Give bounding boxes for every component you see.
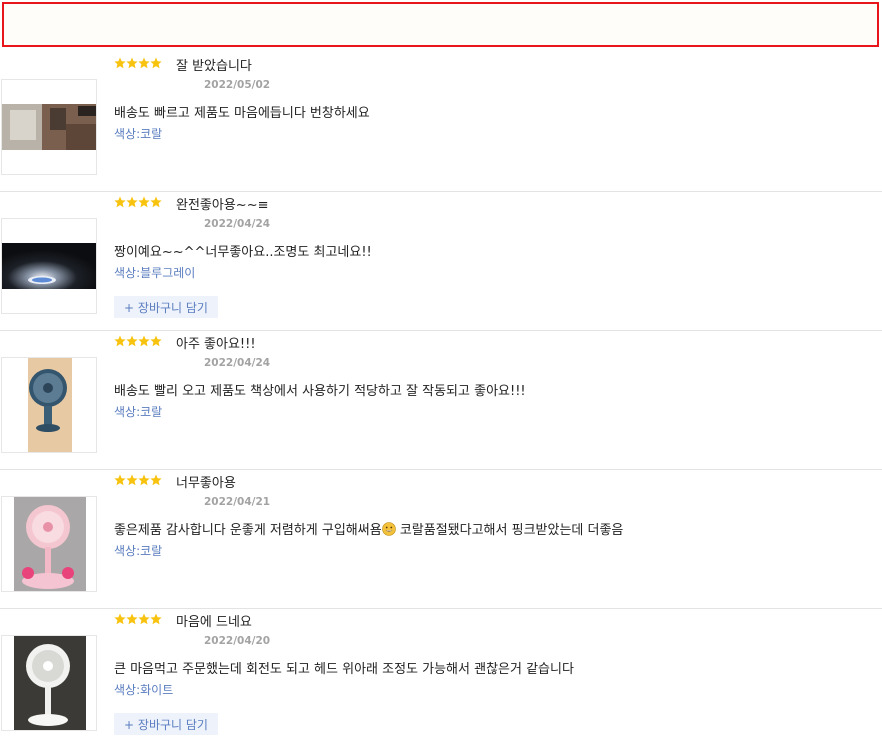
desk-lamp-fan-photo [2,80,96,174]
white-fan-photo [2,636,96,730]
review-date: 2022/04/24 [204,357,271,369]
review-body: 큰 마음먹고 주문했는데 회전도 되고 헤드 위아래 조정도 가능해서 괜찮은거… [114,662,574,677]
star-icon [138,57,150,69]
add-to-cart-button[interactable]: + 장바구니 담기 [114,296,218,318]
fan-light-dark-photo [2,219,96,313]
review-option: 색상:블루그레이 [114,266,196,280]
star-icon [150,196,162,208]
review-body-text: 코랄품절됐다고해서 핑크받았는데 더좋음 [395,523,624,538]
pink-fan-photo [2,497,96,591]
review-body: 좋은제품 감사합니다 운좋게 저렴하게 구입해써욤 코랄품절됐다고해서 핑크받았… [114,519,623,538]
star-icon [114,335,126,347]
star-icon [150,57,162,69]
star-icon [114,474,126,486]
star-icon [114,196,126,208]
star-icon [126,57,138,69]
star-icon [150,613,162,625]
star-icon [138,613,150,625]
review-item: 잘 받았습니다 2022/05/02 배송도 빠르고 제품도 마음에듭니다 번창… [0,53,882,192]
star-icon [138,474,150,486]
review-option: 색상:코랄 [114,544,163,558]
review-body: 짱이예요~~^^너무좋아요..조명도 최고네요!! [114,245,372,260]
review-option: 색상:코랄 [114,127,163,141]
star-icon [126,474,138,486]
blue-fan-photo [2,358,96,452]
review-item: 아주 좋아요!!! 2022/04/24 배송도 빨리 오고 제품도 책상에서 … [0,331,882,470]
star-rating [114,613,162,627]
review-title: 완전좋아용~~≡ [176,198,269,213]
review-date: 2022/04/20 [204,635,271,647]
review-photo-thumbnail[interactable] [1,218,97,314]
highlighted-banner [2,2,879,47]
review-item: 마음에 드네요 2022/04/20 큰 마음먹고 주문했는데 회전도 되고 헤… [0,609,882,748]
review-date: 2022/04/21 [204,496,271,508]
star-icon [138,196,150,208]
review-body: 배송도 빨리 오고 제품도 책상에서 사용하기 적당하고 잘 작동되고 좋아요!… [114,384,526,399]
star-rating [114,57,162,71]
star-icon [114,613,126,625]
review-photo-thumbnail[interactable] [1,635,97,731]
review-option: 색상:화이트 [114,683,174,697]
star-icon [126,613,138,625]
review-option: 색상:코랄 [114,405,163,419]
star-icon [126,335,138,347]
star-icon [138,335,150,347]
review-date: 2022/04/24 [204,218,271,230]
star-icon [114,57,126,69]
star-rating [114,474,162,488]
review-date: 2022/05/02 [204,79,271,91]
review-body-text: 좋은제품 감사합니다 운좋게 저렴하게 구입해써욤 [114,523,382,538]
review-photo-thumbnail[interactable] [1,79,97,175]
star-rating [114,196,162,210]
grinning-face-icon [381,522,396,536]
review-photo-thumbnail[interactable] [1,496,97,592]
star-icon [150,474,162,486]
star-icon [126,196,138,208]
review-photo-thumbnail[interactable] [1,357,97,453]
review-body: 배송도 빠르고 제품도 마음에듭니다 번창하세요 [114,106,370,121]
review-list: 잘 받았습니다 2022/05/02 배송도 빠르고 제품도 마음에듭니다 번창… [0,53,882,748]
review-title: 잘 받았습니다 [176,59,252,74]
star-icon [150,335,162,347]
review-title: 아주 좋아요!!! [176,337,256,352]
review-item: 완전좋아용~~≡ 2022/04/24 짱이예요~~^^너무좋아요..조명도 최… [0,192,882,331]
star-rating [114,335,162,349]
review-item: 너무좋아용 2022/04/21 좋은제품 감사합니다 운좋게 저렴하게 구입해… [0,470,882,609]
add-to-cart-button[interactable]: + 장바구니 담기 [114,713,218,735]
review-title: 마음에 드네요 [176,615,252,630]
review-title: 너무좋아용 [176,476,236,491]
